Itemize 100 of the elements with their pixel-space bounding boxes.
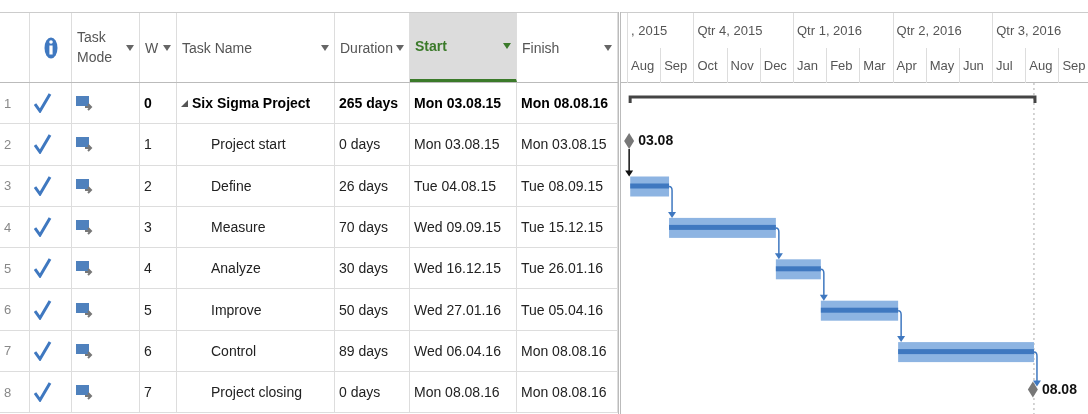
- task-mode-icon: [76, 177, 94, 194]
- table-cell: Tue 05.04.16: [521, 301, 603, 318]
- month-label: Mar: [863, 58, 886, 73]
- table-cell: Tue 04.08.15: [414, 177, 496, 194]
- table-cell: Mon 08.08.16: [521, 342, 607, 359]
- dropdown-caret-icon[interactable]: [604, 44, 612, 51]
- month-label: Dec: [763, 58, 787, 73]
- task-mode-icon: [76, 301, 94, 318]
- dropdown-caret-icon[interactable]: [321, 44, 329, 51]
- month-label: Jul: [996, 58, 1013, 73]
- task-mode-icon: [76, 260, 94, 277]
- milestone-date: 08.08: [1041, 380, 1077, 397]
- table-cell: Mon 03.08.15: [521, 136, 607, 153]
- table-cell: 30 days: [339, 260, 389, 277]
- table-cell: Mon 03.08.15: [414, 136, 500, 153]
- month-label: Sep: [1062, 58, 1086, 73]
- quarter-label: , 2015: [631, 23, 668, 38]
- table-cell: 0: [144, 95, 152, 112]
- table-cell: Wed 09.09.15: [414, 219, 501, 236]
- dropdown-caret-icon[interactable]: [126, 44, 134, 51]
- table-cell: 7: [144, 384, 152, 401]
- task-mode-icon: [76, 384, 94, 401]
- table-cell: Tue 26.01.16: [521, 260, 603, 277]
- task-name: Measure: [211, 219, 266, 236]
- link-arrow: [625, 148, 634, 177]
- table-cell: Mon 08.08.16: [521, 95, 609, 112]
- table-cell: Wed 06.04.16: [414, 342, 501, 359]
- column-header[interactable]: W: [140, 13, 177, 82]
- column-header[interactable]: Finish: [517, 13, 618, 82]
- row-number: 8: [4, 384, 12, 400]
- row-number: 6: [4, 302, 12, 318]
- row-number: 7: [4, 343, 12, 359]
- dropdown-caret-icon[interactable]: [163, 44, 171, 51]
- link-arrow: [897, 309, 906, 343]
- table-cell: 2: [144, 177, 152, 194]
- table-cell: 3: [144, 219, 152, 236]
- month-label: Aug: [631, 58, 655, 73]
- month-label: Apr: [896, 58, 917, 73]
- column-header[interactable]: Task Mode: [72, 13, 140, 82]
- task-bar[interactable]: [630, 176, 670, 197]
- task-bar[interactable]: [820, 300, 899, 321]
- info-icon: [43, 36, 58, 59]
- table-cell: 265 days: [339, 95, 399, 112]
- task-name: Define: [211, 177, 252, 194]
- task-name: Project start: [211, 136, 286, 153]
- task-name: Analyze: [211, 260, 261, 277]
- task-name: Improve: [211, 301, 262, 318]
- table-cell: 0 days: [339, 384, 381, 401]
- table-cell: Wed 27.01.16: [414, 301, 501, 318]
- link-arrow: [774, 227, 783, 260]
- quarter-label: Qtr 3, 2016: [996, 23, 1062, 38]
- row-number: 3: [4, 178, 12, 194]
- task-name: Project closing: [211, 384, 303, 401]
- quarter-label: Qtr 1, 2016: [797, 23, 863, 38]
- task-bar[interactable]: [898, 342, 1034, 363]
- table-cell: 6: [144, 342, 152, 359]
- month-label: May: [929, 58, 955, 73]
- month-label: Nov: [730, 58, 754, 73]
- quarter-label: Qtr 2, 2016: [896, 23, 962, 38]
- table-cell: Tue 08.09.15: [521, 177, 603, 194]
- task-mode-icon: [76, 136, 94, 153]
- table-cell: Wed 16.12.15: [414, 260, 501, 277]
- table-cell: 4: [144, 260, 152, 277]
- dropdown-caret-icon[interactable]: [396, 44, 404, 51]
- row-number: 4: [4, 219, 12, 235]
- row-number: 5: [4, 260, 12, 276]
- column-header[interactable]: Task Name: [177, 13, 335, 82]
- table-cell: Mon 08.08.16: [414, 384, 500, 401]
- task-bar[interactable]: [669, 217, 776, 238]
- row-number: 2: [4, 136, 12, 152]
- collapse-icon[interactable]: [181, 99, 188, 107]
- task-name: Control: [211, 342, 257, 359]
- table-cell: 70 days: [339, 219, 389, 236]
- milestone-icon[interactable]: [1027, 381, 1038, 398]
- month-label: Jan: [796, 58, 818, 73]
- month-label: Feb: [830, 58, 853, 73]
- table-cell: Mon 08.08.16: [521, 384, 607, 401]
- table-cell: 26 days: [339, 177, 389, 194]
- quarter-label: Qtr 4, 2015: [697, 23, 763, 38]
- link-arrow: [1032, 351, 1041, 387]
- column-header[interactable]: Start: [410, 13, 517, 82]
- month-label: Jun: [962, 58, 984, 73]
- table-cell: Mon 03.08.15: [414, 95, 502, 112]
- milestone-date: 03.08: [638, 132, 674, 149]
- month-label: Oct: [697, 58, 718, 73]
- link-arrow: [819, 268, 828, 301]
- task-mode-icon: [76, 342, 94, 359]
- table-cell: 1: [144, 136, 152, 153]
- month-label: Aug: [1029, 58, 1053, 73]
- dropdown-caret-icon[interactable]: [503, 43, 511, 49]
- table-cell: 89 days: [339, 342, 389, 359]
- milestone-icon[interactable]: [624, 133, 635, 150]
- month-label: Sep: [664, 58, 688, 73]
- summary-bar[interactable]: [628, 95, 1037, 103]
- table-cell: 0 days: [339, 136, 381, 153]
- link-arrow: [668, 185, 677, 218]
- task-mode-icon: [76, 95, 94, 112]
- table-cell: Tue 15.12.15: [521, 219, 603, 236]
- task-bar[interactable]: [775, 259, 821, 280]
- table-cell: 5: [144, 301, 152, 318]
